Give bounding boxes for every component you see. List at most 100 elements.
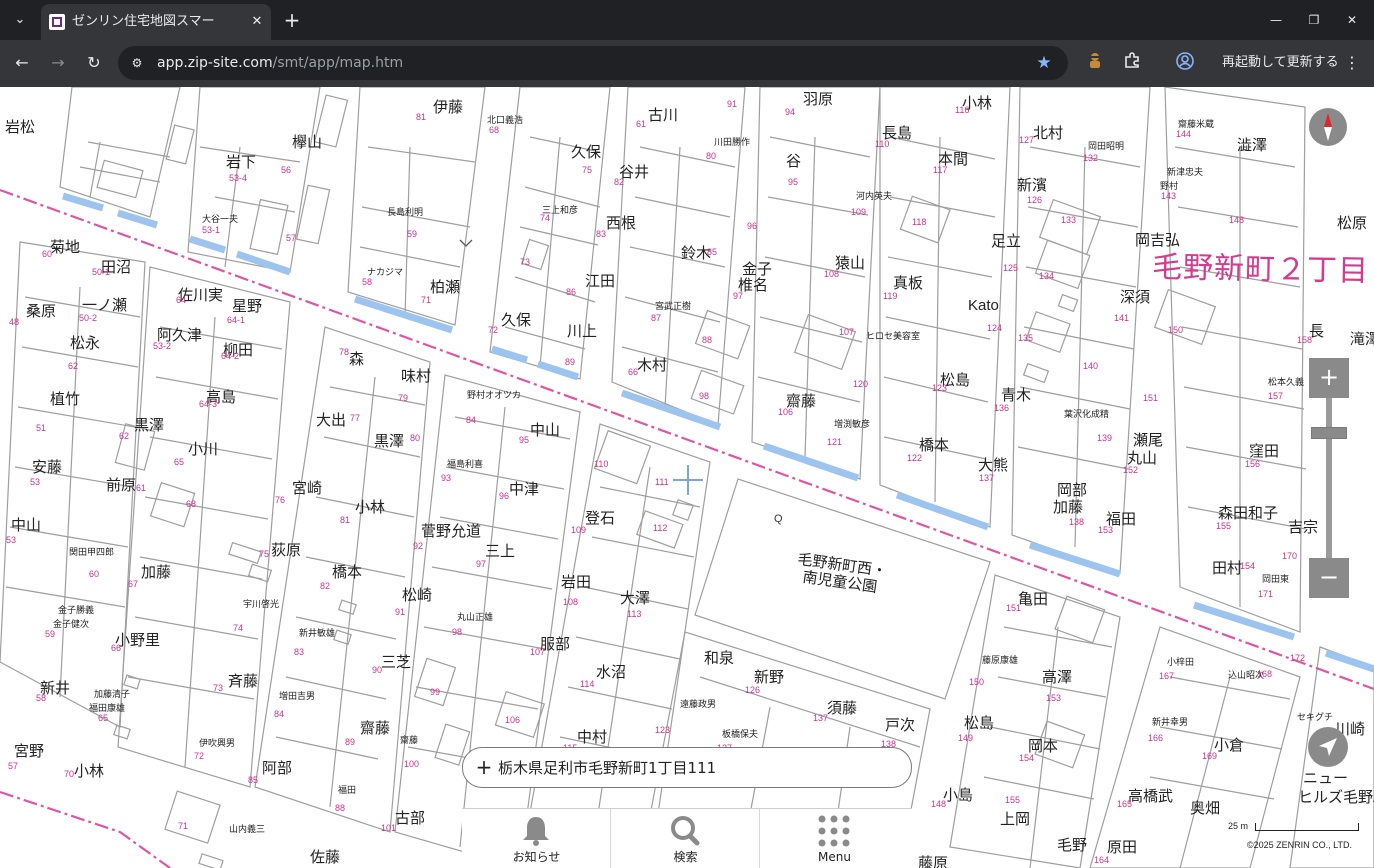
minimize-window-icon[interactable]: — xyxy=(1264,8,1288,32)
map-resident-label: 岩田 xyxy=(561,574,592,591)
lot-number-label: 50-2 xyxy=(79,313,98,323)
current-address-bar[interactable]: + 栃木県足利市毛野新町1丁目111 xyxy=(462,747,912,788)
lot-number-label: 151 xyxy=(1143,393,1159,403)
site-settings-icon[interactable]: ⚙ xyxy=(126,52,148,74)
lot-number-label: 92 xyxy=(413,541,424,551)
lot-number-label: 113 xyxy=(627,609,642,619)
lot-number-label: 65 xyxy=(174,457,185,467)
lot-number-label: 149 xyxy=(958,733,974,743)
zoom-in-button[interactable]: + xyxy=(1309,358,1349,398)
lot-number-label: 61 xyxy=(136,483,147,493)
new-tab-button[interactable]: + xyxy=(281,9,303,31)
address-bar[interactable]: ⚙ app.zip-site.com/smt/app/map.htm ★ xyxy=(118,46,1068,80)
tab-search-button[interactable]: ⌄ xyxy=(6,8,34,32)
map-resident-label: 福島利喜 xyxy=(447,459,484,469)
lot-number-label: 133 xyxy=(1061,215,1077,225)
profile-icon[interactable] xyxy=(1173,51,1197,75)
crosshair-plus-icon: + xyxy=(475,755,493,779)
lot-number-label: 135 xyxy=(1018,333,1034,343)
map-resident-label: 岡田昭明 xyxy=(1088,141,1125,151)
current-address-text: 栃木県足利市毛野新町1丁目111 xyxy=(498,759,717,777)
map-resident-label: 新津忠夫 xyxy=(1167,167,1204,177)
lot-number-label: 168 xyxy=(1257,669,1273,679)
lot-number-label: 74 xyxy=(233,623,244,633)
lot-number-label: 155 xyxy=(1216,521,1232,531)
map-resident-label: 松永 xyxy=(70,335,101,352)
map-resident-label: 戸次 xyxy=(885,717,916,734)
lot-number-label: 64 xyxy=(176,295,187,305)
reload-icon[interactable]: ↻ xyxy=(82,51,106,75)
close-tab-icon[interactable]: ✕ xyxy=(247,12,267,32)
map-resident-label: 宮武正樹 xyxy=(655,301,692,311)
map-resident-label: 澁澤 xyxy=(1237,137,1268,154)
lot-number-label: 100 xyxy=(404,759,420,769)
map-resident-label: Kato xyxy=(968,297,999,314)
map-resident-label: 葉沢化成精 xyxy=(1064,409,1110,419)
lot-number-label: 164 xyxy=(1094,855,1110,865)
zoom-out-button[interactable]: − xyxy=(1309,558,1349,598)
lot-number-label: 172 xyxy=(1290,653,1306,663)
menu-button[interactable]: Menu xyxy=(760,809,909,868)
bookmark-star-icon[interactable]: ★ xyxy=(1032,51,1056,75)
current-location-button[interactable] xyxy=(1308,727,1348,767)
extensions-puzzle-icon[interactable] xyxy=(1120,51,1144,75)
notifications-button[interactable]: お知らせ xyxy=(462,809,611,868)
lot-number-label: 122 xyxy=(907,453,923,463)
lot-number-label: 85 xyxy=(248,775,259,785)
map-resident-label: 金子健次 xyxy=(53,619,90,629)
map-resident-label: 齋藤 xyxy=(360,720,391,737)
map-resident-label: 大出 xyxy=(316,412,347,429)
map-resident-label: 前原 xyxy=(106,477,137,494)
lot-number-label: 140 xyxy=(1083,361,1099,371)
map-resident-label: 北村 xyxy=(1033,125,1064,142)
url-text[interactable]: app.zip-site.com/smt/app/map.htm xyxy=(157,54,403,72)
map-resident-label: 安藤 xyxy=(32,459,63,476)
lot-number-label: 53-2 xyxy=(153,341,172,351)
restore-window-icon[interactable]: ❐ xyxy=(1302,8,1326,32)
forward-arrow-icon[interactable]: → xyxy=(46,51,70,75)
lot-number-label: 106 xyxy=(505,715,521,725)
lot-number-label: 141 xyxy=(1114,313,1130,323)
zoom-slider-track[interactable] xyxy=(1326,398,1332,558)
lot-number-label: 124 xyxy=(987,323,1003,333)
close-window-icon[interactable]: ✕ xyxy=(1340,8,1364,32)
lot-number-label: 144 xyxy=(1176,129,1192,139)
lot-number-label: 117 xyxy=(933,165,948,175)
lot-number-label: 85 xyxy=(707,247,718,257)
map-resident-label: 中山 xyxy=(11,517,42,534)
back-arrow-icon[interactable]: ← xyxy=(10,51,34,75)
lot-number-label: 68 xyxy=(186,499,197,509)
map-resident-label: 大熊 xyxy=(978,457,1009,474)
map-resident-label: 瀬尾 xyxy=(1133,432,1164,449)
active-tab[interactable]: ゼンリン住宅地図スマー ✕ xyxy=(41,4,271,40)
browser-toolbar: ← → ↻ ⚙ app.zip-site.com/smt/app/map.htm… xyxy=(0,40,1374,87)
map-viewport[interactable]: 岩松 伊藤 北口義浩 古川 羽原 小林 長島 本間 北村 岡田昭明 齋藤米蔵 澁澤 欅山 久保 谷井 川田勝作… xyxy=(0,87,1374,868)
map-resident-label: 新井幸男 xyxy=(1152,717,1189,727)
map-resident-label: 斉藤 xyxy=(228,673,259,690)
more-menu-icon[interactable]: ⋮ xyxy=(1344,52,1360,74)
map-resident-label: 大谷一夫 xyxy=(202,214,239,224)
lot-number-label: 76 xyxy=(275,495,286,505)
map-resident-label: 毛野 xyxy=(1057,837,1088,854)
map-resident-label: 佐藤 xyxy=(310,849,341,866)
map-resident-label: 小野里 xyxy=(115,632,161,649)
lot-number-label: 97 xyxy=(733,291,744,301)
map-resident-label: ニュー xyxy=(1303,770,1349,787)
map-resident-label: 三芝 xyxy=(381,654,412,671)
map-resident-label: 柏瀬 xyxy=(430,279,461,296)
restart-to-update-button[interactable]: 再起動して更新する ⋮ xyxy=(1210,46,1364,80)
map-resident-label: 松崎 xyxy=(402,587,433,604)
map-resident-label: 桑原 xyxy=(26,303,57,320)
compass-icon[interactable] xyxy=(1309,108,1347,146)
map-resident-label: 田村 xyxy=(1212,560,1243,577)
extension-avatar-icon[interactable] xyxy=(1083,51,1107,75)
lot-number-label: 58 xyxy=(36,693,47,703)
lot-number-label: 112 xyxy=(653,523,668,533)
map-resident-label: 福田 xyxy=(338,785,357,795)
navigation-arrow-icon xyxy=(1319,738,1337,756)
map-resident-label: 窪田 xyxy=(1249,443,1280,460)
zoom-slider-thumb[interactable] xyxy=(1311,426,1347,439)
search-button[interactable]: 検索 xyxy=(611,809,760,868)
lot-number-label: 73 xyxy=(520,257,531,267)
map-resident-label: 植竹 xyxy=(50,391,81,408)
